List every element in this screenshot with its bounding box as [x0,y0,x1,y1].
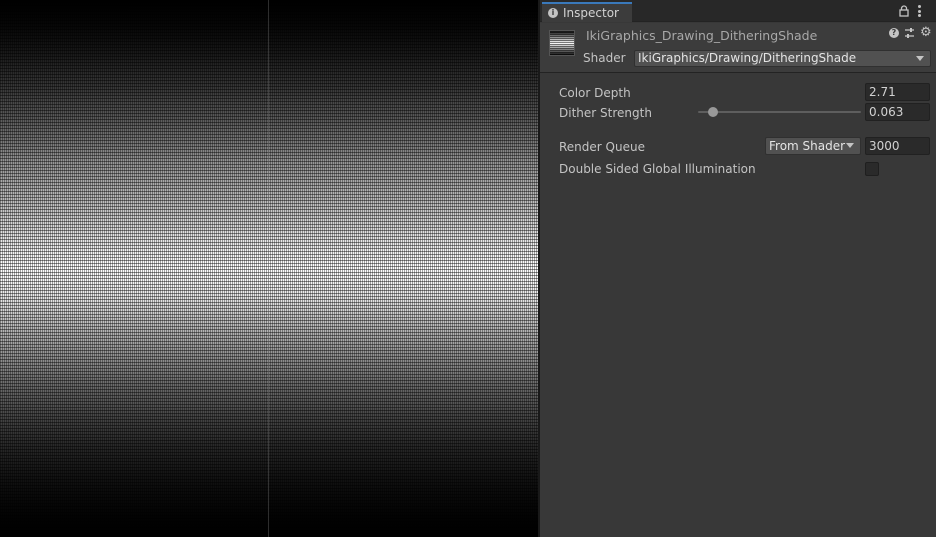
material-name: IkiGraphics_Drawing_DitheringShade [586,28,818,43]
material-header: IkiGraphics_Drawing_DitheringShade ? ⚙ S… [540,23,936,73]
render-queue-field[interactable]: 3000 [865,137,930,155]
inspector-panel: i Inspector IkiGraphics_Drawing_Ditherin… [540,0,936,537]
dither-strength-label: Dither Strength [559,106,652,120]
lock-icon[interactable] [899,5,909,17]
info-icon: i [548,8,558,18]
preset-sliders-icon[interactable] [904,27,915,39]
dither-strength-slider-track[interactable] [698,111,861,113]
inspector-tab-bar: i Inspector [540,0,936,22]
preview-center-line [268,0,269,537]
tab-inspector[interactable]: i Inspector [542,2,632,22]
render-queue-label: Render Queue [559,140,645,154]
chevron-down-icon [846,143,854,148]
dither-strength-field[interactable]: 0.063 [865,103,930,121]
render-queue-mode-value: From Shader [769,139,846,153]
color-depth-field[interactable]: 2.71 [865,83,930,101]
shader-dropdown[interactable]: IkiGraphics/Drawing/DitheringShade [634,50,931,67]
material-thumbnail [549,30,575,56]
help-icon[interactable]: ? [889,28,899,38]
gear-icon[interactable]: ⚙ [920,26,932,39]
shader-label: Shader [583,51,626,65]
kebab-menu-icon[interactable] [916,4,922,18]
double-sided-gi-checkbox[interactable] [865,162,879,176]
chevron-down-icon [916,56,924,61]
double-sided-gi-label: Double Sided Global Illumination [559,162,756,176]
scene-preview-dithering[interactable] [0,0,538,537]
dither-strength-slider-thumb[interactable] [708,107,718,117]
shader-dropdown-value: IkiGraphics/Drawing/DitheringShade [638,51,857,65]
color-depth-label: Color Depth [559,86,631,100]
render-queue-mode-dropdown[interactable]: From Shader [765,137,861,155]
tab-inspector-label: Inspector [563,6,619,20]
